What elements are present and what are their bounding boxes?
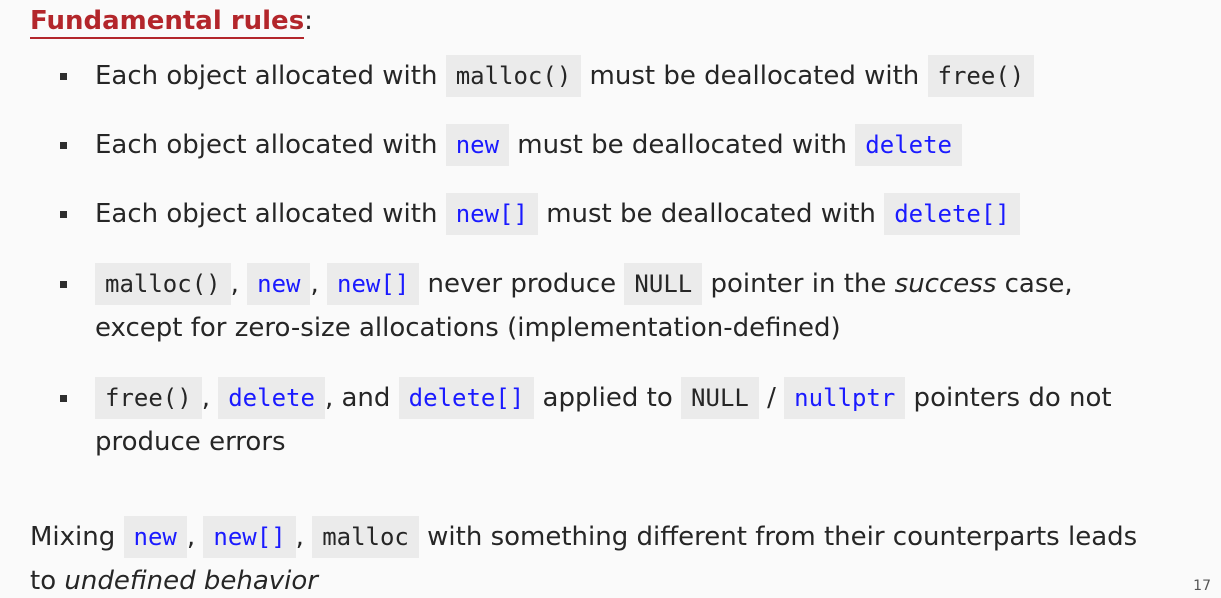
rule-text: Each object allocated with malloc() must… <box>95 54 1205 98</box>
paragraph-text-segment: to <box>30 566 65 596</box>
bullet-icon <box>60 395 67 402</box>
code-new: new <box>445 124 510 166</box>
slide-heading: Fundamental rules: <box>30 4 313 39</box>
rule-text-segment: case, <box>996 269 1073 299</box>
emphasis-success: success <box>894 269 997 299</box>
code-nullptr: nullptr <box>784 377 906 419</box>
rule-text-segment: Each object allocated with <box>95 61 446 91</box>
code-new: new <box>247 263 311 305</box>
rule-text: Each object allocated with new[] must be… <box>95 192 1205 236</box>
paragraph-text-segment: with something different from their coun… <box>418 522 1138 552</box>
bullet-icon <box>60 142 67 149</box>
code-malloc: malloc() <box>445 55 582 97</box>
separator: , <box>295 522 313 552</box>
code-free: free() <box>95 377 202 419</box>
separator: , <box>230 269 248 299</box>
code-new: new <box>123 516 187 558</box>
rule-text-segment: pointer in the <box>702 269 895 299</box>
rule-text-segment: must be deallocated with <box>509 130 856 160</box>
bullet-icon <box>60 211 67 218</box>
code-null: NULL <box>681 377 759 419</box>
rule-text: Each object allocated with new must be d… <box>95 123 1205 167</box>
conclusion-line: to undefined behavior <box>30 559 1200 598</box>
page-number: 17 <box>1193 578 1211 594</box>
code-free: free() <box>927 55 1035 97</box>
code-new-array: new[] <box>203 516 296 558</box>
heading-label: Fundamental rules <box>30 6 305 39</box>
code-delete: delete <box>218 377 325 419</box>
rule-text-segment: must be deallocated with <box>537 199 885 229</box>
separator: , <box>310 269 328 299</box>
code-null: NULL <box>624 263 703 305</box>
paragraph-text-segment: Mixing <box>30 522 124 552</box>
separator: , <box>201 383 219 413</box>
separator: / <box>758 383 785 413</box>
rule-text-segment: Each object allocated with <box>95 130 446 160</box>
emphasis-undefined-behavior: undefined behavior <box>64 566 318 596</box>
rule-text-continuation: produce errors <box>95 427 286 457</box>
rule-text-segment: Each object allocated with <box>95 199 446 229</box>
separator: , and <box>324 383 399 413</box>
rule-text: free(), delete, and delete[] applied to … <box>95 376 1205 420</box>
code-new-array: new[] <box>445 193 538 235</box>
rule-text: malloc(), new, new[] never produce NULL … <box>95 262 1205 306</box>
conclusion-line: Mixing new, new[], malloc with something… <box>30 515 1200 559</box>
conclusion-paragraph: Mixing new, new[], malloc with something… <box>30 515 1200 598</box>
code-delete-array: delete[] <box>398 377 535 419</box>
bullet-icon <box>60 281 67 288</box>
separator: , <box>186 522 204 552</box>
rule-text-continuation: except for zero-size allocations (implem… <box>95 313 841 343</box>
code-delete: delete <box>855 124 962 166</box>
rule-text-segment: must be deallocated with <box>581 61 928 91</box>
code-malloc: malloc <box>312 516 419 558</box>
heading-colon: : <box>304 6 313 36</box>
rule-text-segment: applied to <box>534 383 682 413</box>
code-malloc: malloc() <box>95 263 231 305</box>
code-new-array: new[] <box>327 263 420 305</box>
bullet-icon <box>60 73 67 80</box>
rule-text-segment: pointers do not <box>905 383 1112 413</box>
code-delete-array: delete[] <box>884 193 1020 235</box>
rule-text-segment: never produce <box>419 269 625 299</box>
